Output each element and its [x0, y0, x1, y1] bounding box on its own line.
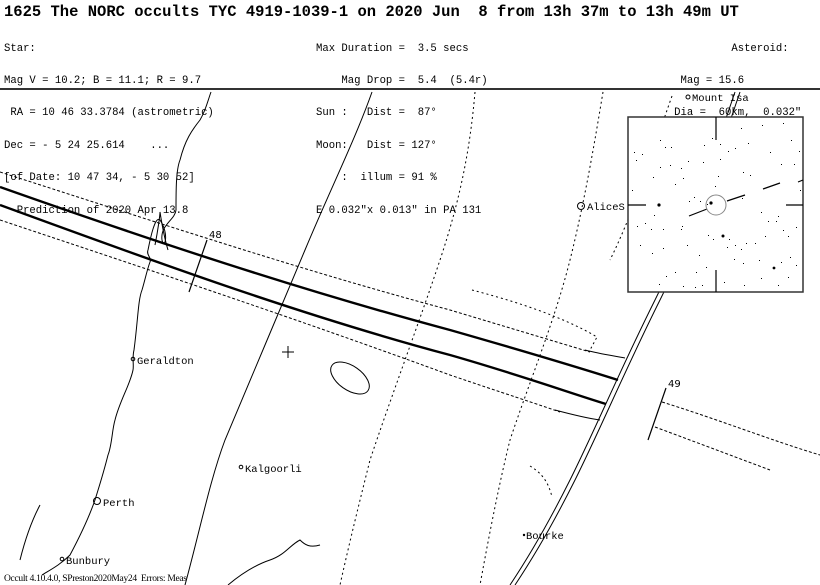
star-magnitudes: Mag V = 10.2; B = 11.1; R = 9.7 [4, 74, 202, 87]
path-limit-south-east [654, 426, 771, 471]
mag-drop: Mag Drop = 5.4 (5.4r) [316, 74, 488, 87]
svg-text:Bunbury: Bunbury [66, 556, 110, 568]
time-tick-48-label: 48 [209, 230, 222, 241]
border-line-1 [184, 91, 373, 585]
city-geraldton: Geraldton [130, 356, 194, 368]
star-chart-inset [627, 116, 804, 293]
star-heading: Star: [4, 42, 36, 55]
max-duration: Max Duration = 3.5 secs [316, 42, 469, 55]
error-ellipse-shape [330, 361, 370, 395]
city-perth: Perth [93, 497, 135, 510]
svg-text:Bourke: Bourke [526, 531, 564, 543]
city-bunbury: Bunbury [59, 556, 110, 568]
city-alice-springs: AliceS [577, 202, 625, 214]
path-limit-north [0, 171, 591, 353]
path-center-north [0, 185, 619, 382]
svg-text:Perth: Perth [103, 498, 135, 510]
time-tick-48 [188, 239, 208, 293]
time-tick-49 [647, 387, 667, 441]
path-limit-south-end [554, 409, 601, 421]
city-kalgoorlie: Kalgoorli [238, 464, 302, 476]
dotted-line-2 [479, 91, 604, 585]
path-limit-south [0, 219, 561, 413]
occultation-map: 48 49 Mount Isa AliceS Geraldton Kalgoor… [0, 91, 820, 585]
coastline-south [227, 539, 321, 585]
time-tick-49-label: 49 [668, 379, 681, 390]
dotted-bourke-edge [529, 465, 553, 498]
border-line-2 [19, 504, 41, 561]
dotted-line-1 [339, 91, 476, 585]
path-limit-north-east [661, 401, 820, 456]
page-title: 1625 The NORC occults TYC 4919-1039-1 on… [4, 3, 739, 21]
asteroid-mag: Mag = 15.6 [655, 74, 802, 87]
asteroid-heading: Asteroid: [731, 42, 802, 55]
path-center-south [0, 203, 607, 406]
svg-text:AliceS: AliceS [587, 202, 625, 214]
crosshair-marker [282, 346, 294, 358]
path-limit-north-end [584, 349, 626, 359]
software-credit: Occult 4.10.4.0, SPreston2020May24 Error… [4, 574, 187, 584]
city-mount-isa: Mount Isa [685, 93, 749, 105]
svg-text:Mount Isa: Mount Isa [692, 93, 749, 105]
svg-text:Geraldton: Geraldton [137, 356, 194, 368]
city-bourke: Bourke [522, 531, 564, 543]
svg-text:Kalgoorli: Kalgoorli [245, 464, 302, 476]
